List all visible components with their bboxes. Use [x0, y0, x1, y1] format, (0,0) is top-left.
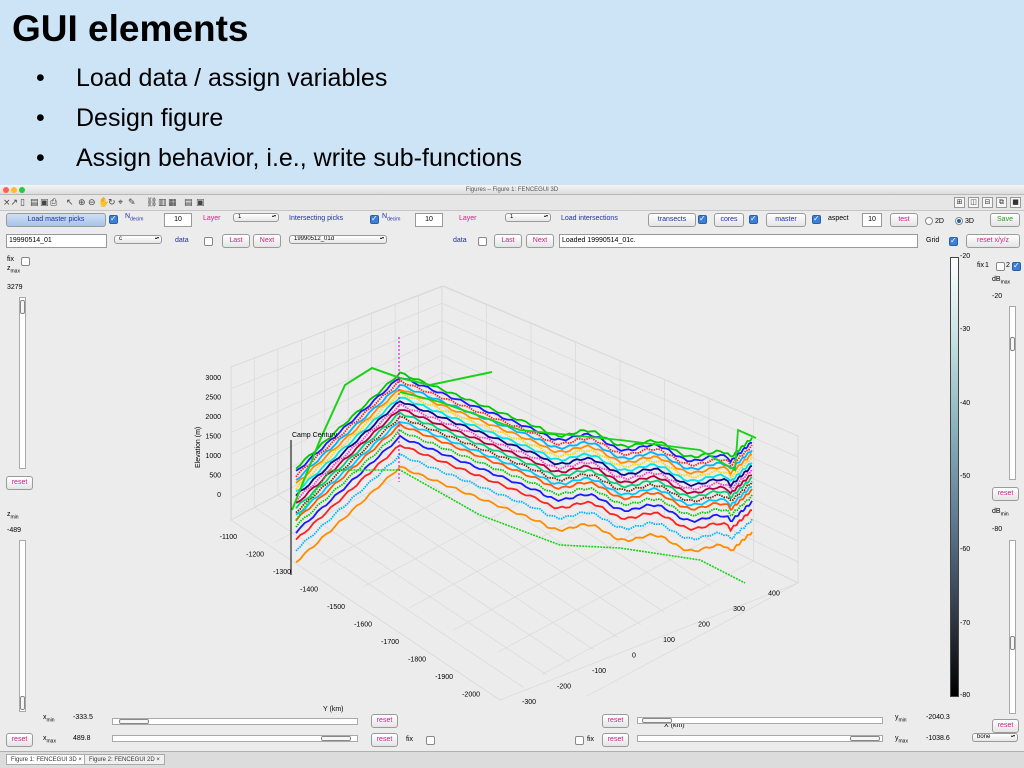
- radar-layer-trace: [295, 444, 753, 541]
- camp-century-label: Camp Century: [292, 432, 338, 439]
- ymin-slider-thumb[interactable]: [642, 718, 672, 723]
- reset-z-button[interactable]: reset: [6, 733, 33, 747]
- z-axis-label: Elevation (m): [195, 427, 202, 468]
- grid-line: [277, 494, 548, 676]
- ymax-value: -1038.6: [926, 735, 950, 742]
- x-tick-label: 300: [733, 606, 745, 613]
- xmax-value: 489.8: [73, 735, 91, 742]
- xmin-value: -333.5: [73, 714, 93, 721]
- grid-line: [441, 406, 712, 588]
- y-tick-label: -1500: [327, 604, 345, 611]
- z-tick-label: 2500: [205, 395, 221, 402]
- grid-line: [364, 472, 576, 587]
- y-tick-label: -1100: [220, 534, 237, 541]
- xmin-slider[interactable]: [112, 718, 358, 725]
- x-tick-label: 100: [663, 637, 675, 644]
- z-tick-label: 3000: [205, 375, 221, 382]
- y-axis-label: Y (km): [323, 706, 343, 713]
- fix-y-checkbox[interactable]: [575, 736, 584, 745]
- fix-x-label: fix: [406, 736, 413, 743]
- ymax-slider[interactable]: [637, 735, 883, 742]
- reset-xmax-button[interactable]: reset: [371, 733, 398, 747]
- reset-ymin-button[interactable]: reset: [602, 714, 629, 728]
- grid-line: [348, 456, 618, 638]
- reset-ymax-button[interactable]: reset: [602, 733, 629, 747]
- grid-line: [453, 516, 665, 631]
- y-tick-label: -1200: [246, 552, 264, 559]
- z-tick-label: 1500: [205, 434, 221, 441]
- y-tick-label: -1700: [381, 639, 399, 646]
- grid-line: [254, 507, 524, 688]
- z-tick-label: 500: [209, 473, 221, 480]
- ymin-label: ymin: [895, 714, 907, 724]
- grid-line: [542, 560, 754, 675]
- z-tick-label: 0: [217, 492, 221, 499]
- x-tick-label: 400: [768, 591, 780, 598]
- z-tick-label: 2000: [205, 414, 221, 421]
- y-tick-label: -1800: [408, 657, 426, 664]
- axes-grid: [230, 285, 799, 701]
- figure-tab-bar: Figure 1: FENCEGUI 3D × Figure 2: FENCEG…: [0, 751, 1024, 768]
- tab-figure-1[interactable]: Figure 1: FENCEGUI 3D ×: [6, 754, 87, 765]
- 3d-radar-plot[interactable]: Camp Century 300025002000150010005000-11…: [0, 0, 1024, 768]
- x-tick-label: -300: [522, 699, 536, 706]
- ymax-label: ymax: [895, 735, 908, 745]
- xmax-slider-thumb[interactable]: [321, 736, 351, 741]
- y-tick-label: -1400: [300, 587, 318, 594]
- grid-line: [230, 285, 443, 368]
- x-tick-label: -200: [557, 684, 571, 691]
- y-tick-label: -1600: [354, 622, 372, 629]
- x-tick-label: 0: [632, 653, 636, 660]
- grid-line: [230, 302, 443, 390]
- tab-figure-2[interactable]: Figure 2: FENCEGUI 2D ×: [84, 754, 165, 765]
- fix-y-label: fix: [587, 736, 594, 743]
- xmin-slider-thumb[interactable]: [119, 719, 149, 724]
- xmin-label: xmin: [43, 714, 55, 724]
- xmax-slider[interactable]: [112, 735, 358, 742]
- y-tick-label: -1900: [435, 674, 453, 681]
- grid-line: [586, 582, 799, 697]
- ymin-value: -2040.3: [926, 714, 950, 721]
- surface-trace: [291, 366, 493, 511]
- grid-line: [497, 538, 710, 653]
- xmax-label: xmax: [43, 735, 56, 745]
- fix-x-checkbox[interactable]: [426, 736, 435, 745]
- y-tick-label: -2000: [462, 692, 480, 699]
- y-tick-label: -1300: [273, 569, 291, 576]
- x-tick-label: 200: [698, 622, 710, 629]
- x-tick-label: -100: [592, 668, 606, 675]
- ymax-slider-thumb[interactable]: [850, 736, 880, 741]
- grid-line: [301, 482, 571, 663]
- z-tick-label: 1000: [205, 453, 221, 460]
- reset-xmin-button[interactable]: reset: [371, 714, 398, 728]
- ymin-slider[interactable]: [637, 717, 883, 724]
- grid-line: [230, 519, 501, 701]
